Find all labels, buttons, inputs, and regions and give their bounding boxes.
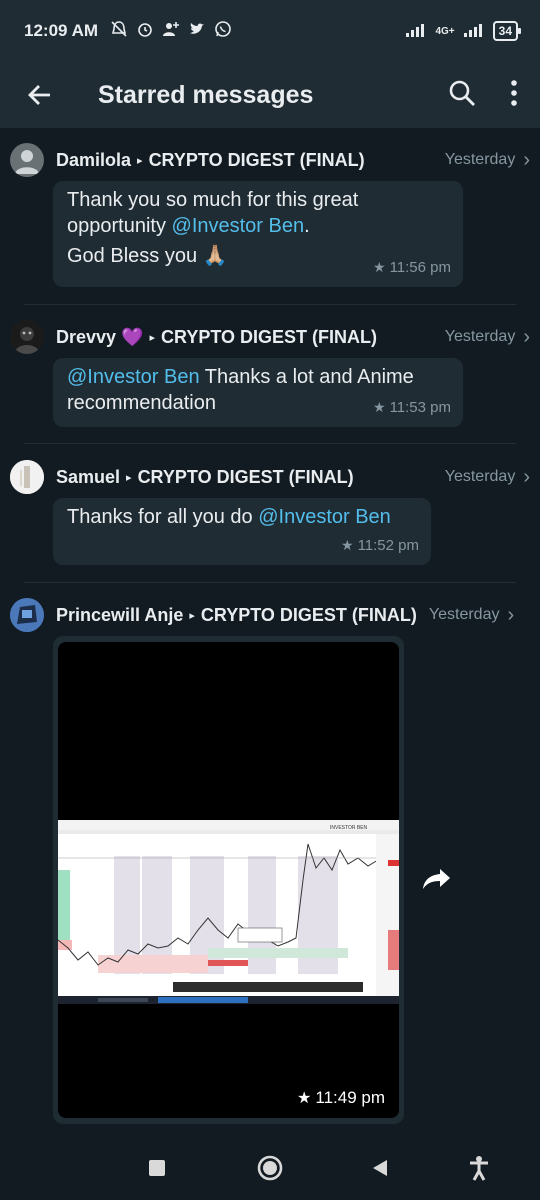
message-time: 11:52 pm <box>357 537 419 554</box>
star-icon: ★ <box>341 537 354 553</box>
app-bar-actions <box>448 79 518 112</box>
group-name: CRYPTO DIGEST (FINAL) <box>161 326 377 347</box>
chevron-right-icon[interactable]: › <box>523 466 530 489</box>
chart-screenshot: INVESTOR BEN <box>58 820 399 1004</box>
starred-message[interactable]: Damilola ▸ CRYPTO DIGEST (FINAL) Yesterd… <box>0 142 540 178</box>
star-icon: ★ <box>373 259 386 275</box>
media-message-bubble[interactable]: INVESTOR BEN ★ 11:49 pm <box>53 636 404 1124</box>
divider <box>24 304 516 305</box>
twitter-icon <box>188 20 206 43</box>
message-header: Princewill Anje ▸ CRYPTO DIGEST (FINAL) … <box>0 597 540 633</box>
message-header: Drevvy 💜 ▸ CRYPTO DIGEST (FINAL) Yesterd… <box>0 319 540 355</box>
status-bar: 12:09 AM 4G+ 34 <box>0 0 540 62</box>
accessibility-icon[interactable] <box>468 1155 490 1186</box>
message-text-line: @Investor Ben Thanks a lot and Anime <box>67 364 449 390</box>
add-person-icon <box>162 20 180 43</box>
alarm-icon <box>136 20 154 43</box>
status-right: 4G+ 34 <box>405 21 522 41</box>
message-text: opportunity <box>67 215 172 237</box>
battery-indicator: 34 <box>492 21 522 41</box>
home-circle-icon[interactable] <box>257 1155 283 1186</box>
search-icon[interactable] <box>448 79 476 112</box>
app-bar: Starred messages <box>0 62 540 128</box>
message-bubble[interactable]: @Investor Ben Thanks a lot and Anime rec… <box>53 358 463 427</box>
group-name: CRYPTO DIGEST (FINAL) <box>137 466 354 487</box>
triangle-right-icon: ▸ <box>126 471 132 484</box>
sender-name: Drevvy 💜 <box>56 326 144 347</box>
message-text: . <box>304 215 310 237</box>
mention-link[interactable]: @Investor Ben <box>172 215 305 237</box>
chart-watermark-text: INVESTOR BEN <box>330 825 368 831</box>
message-header: Samuel ▸ CRYPTO DIGEST (FINAL) Yesterday… <box>0 459 540 495</box>
image-attachment[interactable]: INVESTOR BEN ★ 11:49 pm <box>58 642 399 1118</box>
avatar <box>10 320 44 354</box>
message-bubble[interactable]: Thank you so much for this great opportu… <box>53 181 463 287</box>
star-icon: ★ <box>373 399 386 415</box>
system-nav-bar <box>0 1136 540 1200</box>
triangle-right-icon: ▸ <box>189 609 195 622</box>
message-text: Thanks a lot and Anime <box>199 366 414 388</box>
message-meta: ★ 11:56 pm <box>373 254 451 281</box>
message-text-line: Thank you so much for this great <box>67 189 359 211</box>
divider <box>24 582 516 583</box>
message-time: 11:56 pm <box>389 259 451 276</box>
avatar <box>10 598 44 632</box>
avatar <box>10 143 44 177</box>
mention-link[interactable]: @Investor Ben <box>258 506 391 528</box>
avatar <box>10 460 44 494</box>
message-meta: ★ 11:49 pm <box>297 1088 385 1108</box>
signal-icon-2 <box>463 22 485 41</box>
message-time: 11:49 pm <box>315 1088 385 1107</box>
star-icon: ★ <box>297 1090 312 1107</box>
group-name: CRYPTO DIGEST (FINAL) <box>148 149 365 170</box>
chevron-right-icon[interactable]: › <box>523 326 530 349</box>
sender-name: Damilola <box>56 149 132 170</box>
status-time: 12:09 AM <box>24 21 99 40</box>
sender-name: Princewill Anje <box>56 604 184 625</box>
starred-message[interactable]: Drevvy 💜 ▸ CRYPTO DIGEST (FINAL) Yesterd… <box>0 319 540 355</box>
triangle-right-icon: ▸ <box>137 154 143 167</box>
message-header: Damilola ▸ CRYPTO DIGEST (FINAL) Yesterd… <box>0 142 540 178</box>
message-meta: ★ 11:53 pm <box>373 394 451 421</box>
page-title: Starred messages <box>98 80 314 109</box>
back-arrow-icon[interactable] <box>24 79 56 111</box>
forward-icon[interactable] <box>420 862 454 896</box>
message-bubble[interactable]: Thanks for all you do @Investor Ben ★ 11:… <box>53 498 431 565</box>
message-text: Thanks for all you do <box>67 506 259 528</box>
divider <box>24 443 516 444</box>
more-vert-icon[interactable] <box>510 79 518 111</box>
message-date: Yesterday <box>444 328 516 345</box>
message-date: Yesterday <box>444 468 516 485</box>
message-date: Yesterday <box>444 151 516 168</box>
back-triangle-icon[interactable] <box>371 1158 389 1183</box>
triangle-right-icon: ▸ <box>149 331 155 344</box>
chevron-right-icon[interactable]: › <box>507 604 514 627</box>
status-notification-icons <box>110 20 232 43</box>
muted-bell-icon <box>110 20 128 43</box>
message-time: 11:53 pm <box>389 399 451 416</box>
signal-icon <box>405 22 427 41</box>
mention-link[interactable]: @Investor Ben <box>67 366 200 388</box>
group-name: CRYPTO DIGEST (FINAL) <box>200 604 417 625</box>
message-text-line: Thanks for all you do @Investor Ben <box>67 504 417 530</box>
message-text-line: opportunity @Investor Ben. <box>67 213 449 239</box>
starred-message[interactable]: Samuel ▸ CRYPTO DIGEST (FINAL) Yesterday… <box>0 459 540 495</box>
message-date: Yesterday <box>428 606 500 623</box>
starred-message[interactable]: Princewill Anje ▸ CRYPTO DIGEST (FINAL) … <box>0 597 540 633</box>
message-meta: ★ 11:52 pm <box>341 532 419 559</box>
whatsapp-icon <box>214 20 232 43</box>
chevron-right-icon[interactable]: › <box>523 149 530 172</box>
network-type: 4G+ <box>435 25 455 37</box>
recents-square-icon[interactable] <box>148 1159 166 1182</box>
sender-name: Samuel <box>56 466 121 487</box>
